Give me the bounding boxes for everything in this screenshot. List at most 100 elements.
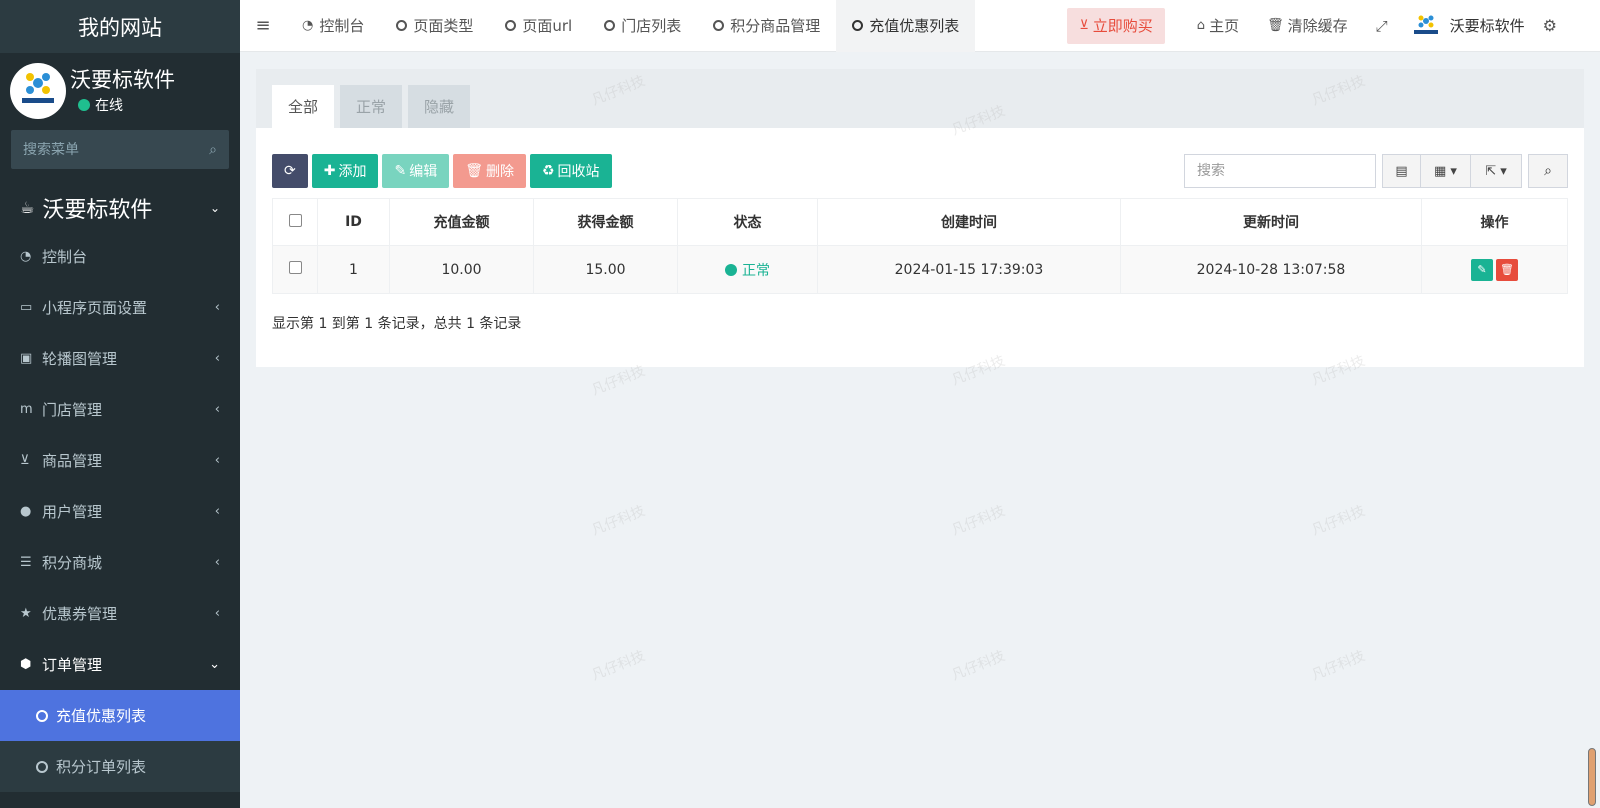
search-icon[interactable]: ⌕ [209, 142, 217, 158]
sidebar-item-dashboard[interactable]: ◔ 控制台 [0, 231, 240, 282]
nav-header[interactable]: ☕ 沃要标软件 ⌄ [0, 184, 240, 231]
tab-store-list[interactable]: 门店列表 [588, 0, 697, 52]
row-delete-icon[interactable]: 🗑 [1496, 258, 1518, 281]
watermark: 凡仔科技 [589, 648, 648, 684]
table-icon: ▤ [1395, 163, 1408, 179]
tab-recharge-list[interactable]: 充值优惠列表 [836, 0, 976, 52]
table-row[interactable]: 1 10.00 15.00 正常 2024-01-15 17:39:03 202… [272, 245, 1568, 294]
cell-id: 1 [317, 245, 390, 294]
row-edit-icon[interactable]: ✎ [1471, 258, 1493, 281]
tab-hidden[interactable]: 隐藏 [408, 85, 471, 128]
circle-icon [713, 20, 725, 31]
home-icon: ⌂ [1196, 18, 1206, 33]
cell-created-at: 2024-01-15 17:39:03 [817, 245, 1121, 294]
sidebar-item-orders[interactable]: ⬢ 订单管理 ⌄ [0, 639, 240, 690]
fullscreen-icon[interactable]: ⤢ [1362, 17, 1402, 35]
col-created-at[interactable]: 创建时间 [817, 198, 1121, 246]
chevron-left-icon: ‹ [214, 351, 220, 366]
main-panel: 全部 正常 隐藏 ⟳ ✚添加 ✎编辑 🗑删除 ♻回收站 ▤ ▦ ▾ ⇱ ▾ ⌕ … [256, 69, 1584, 367]
menu-toggle-icon[interactable]: ≡ [240, 15, 286, 36]
sidebar-item-users[interactable]: ● 用户管理 ‹ [0, 486, 240, 537]
tab-points-goods[interactable]: 积分商品管理 [697, 0, 836, 52]
table-header-row: ID 充值金额 获得金额 状态 创建时间 更新时间 操作 [272, 198, 1568, 246]
toggle-view-button[interactable]: ▤ [1383, 155, 1421, 187]
cell-status: 正常 [677, 245, 818, 294]
refresh-button[interactable]: ⟳ [272, 154, 308, 188]
delete-button[interactable]: 🗑 删除 [453, 154, 526, 188]
chevron-left-icon: ‹ [214, 453, 220, 468]
clear-cache-link[interactable]: 🗑 清除缓存 [1253, 15, 1362, 36]
tab-page-url[interactable]: 页面url [489, 0, 588, 52]
sidebar-subitem-points-orders[interactable]: 积分订单列表 [0, 741, 240, 792]
col-id[interactable]: ID [317, 198, 390, 246]
user-panel: 沃要标软件 在线 [0, 53, 240, 128]
home-link[interactable]: ⌂ 主页 [1183, 15, 1253, 36]
watermark: 凡仔科技 [1309, 503, 1368, 539]
sidebar-item-goods[interactable]: ⊻ 商品管理 ‹ [0, 435, 240, 486]
sidebar-subitem-recharge[interactable]: 充值优惠列表 [0, 690, 240, 741]
table-search-input[interactable] [1184, 154, 1376, 188]
list-icon: ☰ [20, 555, 32, 570]
refresh-icon: ⟳ [284, 163, 296, 179]
search-icon: ⌕ [1544, 163, 1552, 179]
export-button[interactable]: ⇱ ▾ [1471, 155, 1521, 187]
row-select-cell [272, 245, 318, 294]
cart-icon: ⊻ [1079, 18, 1089, 33]
gears-icon[interactable]: ⚙ [1533, 16, 1567, 35]
col-bonus-amount[interactable]: 获得金额 [533, 198, 678, 246]
columns-button[interactable]: ▦ ▾ [1421, 155, 1471, 187]
col-status[interactable]: 状态 [677, 198, 818, 246]
sidebar-item-mini-program[interactable]: ▭ 小程序页面设置 ‹ [0, 282, 240, 333]
user-icon: ● [20, 504, 32, 519]
tab-all[interactable]: 全部 [272, 85, 335, 128]
cell-updated-at: 2024-10-28 13:07:58 [1120, 245, 1422, 294]
chevron-down-icon: ⌄ [209, 200, 220, 215]
watermark: 凡仔科技 [1309, 648, 1368, 684]
watermark: 凡仔科技 [949, 648, 1008, 684]
circle-icon [604, 20, 616, 31]
export-icon: ⇱ ▾ [1485, 163, 1507, 179]
dashboard-icon: ◔ [20, 249, 32, 264]
sidebar-item-points-mall[interactable]: ☰ 积分商城 ‹ [0, 537, 240, 588]
scrollbar[interactable] [1588, 748, 1596, 806]
tab-page-type[interactable]: 页面类型 [380, 0, 489, 52]
col-recharge-amount[interactable]: 充值金额 [389, 198, 534, 246]
site-title[interactable]: 我的网站 [0, 0, 240, 53]
coffee-icon: ☕ [20, 198, 35, 217]
plus-icon: ✚ [323, 163, 336, 179]
recycle-bin-button[interactable]: ♻ 回收站 [529, 154, 612, 188]
circle-icon [505, 20, 517, 31]
user-menu[interactable]: 沃要标软件 [1402, 14, 1533, 38]
select-all-checkbox[interactable] [288, 213, 302, 227]
sidebar-item-banner[interactable]: ▣ 轮播图管理 ‹ [0, 333, 240, 384]
tab-normal[interactable]: 正常 [340, 85, 403, 128]
circle-icon [396, 20, 408, 31]
chevron-left-icon: ‹ [214, 402, 220, 417]
sidebar-item-store[interactable]: m 门店管理 ‹ [0, 384, 240, 435]
menu-search: ⌕ [11, 130, 229, 169]
watermark: 凡仔科技 [589, 503, 648, 539]
trash-icon: 🗑 [1267, 18, 1284, 33]
add-button[interactable]: ✚ 添加 [311, 154, 379, 188]
data-table: ID 充值金额 获得金额 状态 创建时间 更新时间 操作 1 10.00 15.… [272, 198, 1568, 294]
circle-icon [36, 760, 48, 773]
chevron-down-icon: ⌄ [209, 657, 220, 672]
edit-button[interactable]: ✎ 编辑 [382, 154, 450, 188]
col-updated-at[interactable]: 更新时间 [1120, 198, 1422, 246]
buy-now-button[interactable]: ⊻ 立即购买 [1067, 7, 1165, 44]
tab-dashboard[interactable]: ◔ 控制台 [286, 0, 380, 52]
grid-icon: ▦ ▾ [1434, 163, 1457, 179]
pencil-icon: ✎ [394, 163, 407, 179]
avatar [10, 62, 66, 119]
menu-search-input[interactable] [23, 141, 210, 158]
row-checkbox[interactable] [288, 261, 302, 274]
cart-icon: ⊻ [20, 453, 30, 468]
online-dot-icon [78, 98, 90, 111]
select-all-cell [272, 198, 318, 246]
chevron-left-icon: ‹ [214, 606, 220, 621]
brand-logo-icon [1413, 15, 1438, 34]
sidebar-item-coupons[interactable]: ★ 优惠券管理 ‹ [0, 588, 240, 639]
dashboard-icon: ◔ [302, 18, 314, 33]
topbar: ≡ ◔ 控制台 页面类型 页面url 门店列表 积分商品管理 充值优惠列表 ⊻ … [240, 0, 1600, 52]
advanced-search-button[interactable]: ⌕ [1528, 154, 1568, 188]
